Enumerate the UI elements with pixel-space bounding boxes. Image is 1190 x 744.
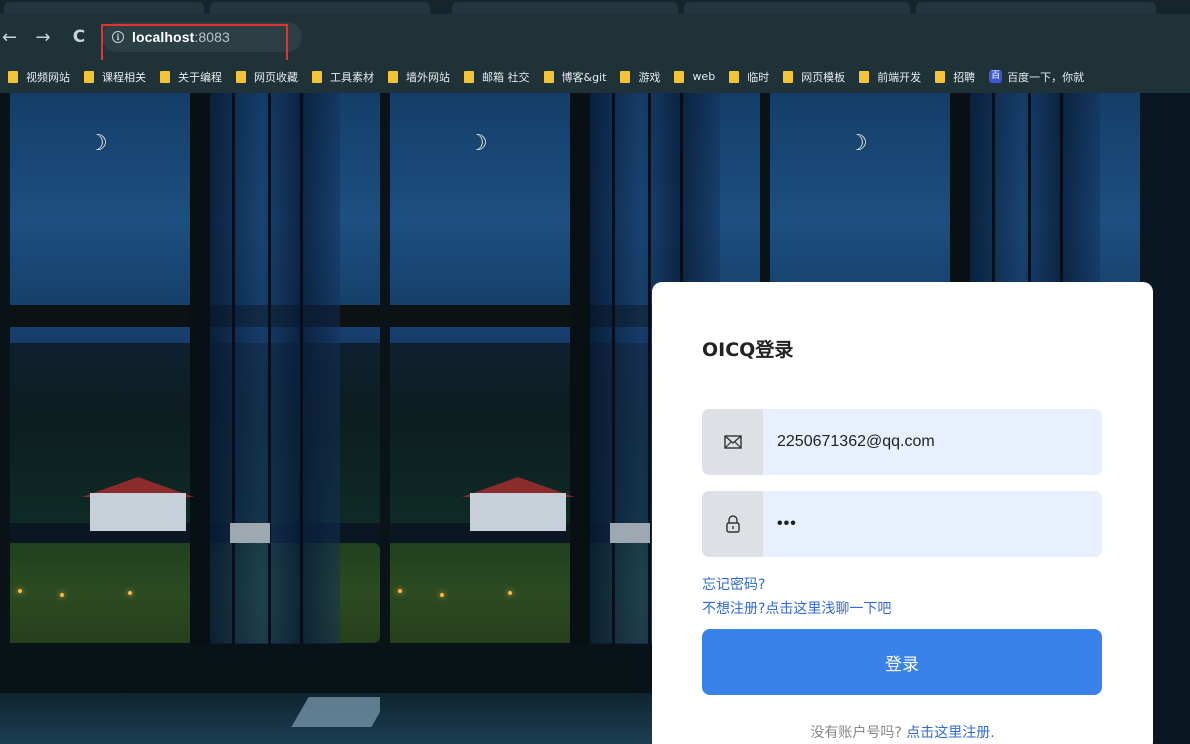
folder-icon bbox=[729, 70, 740, 83]
bookmark-item[interactable]: web bbox=[674, 60, 729, 93]
folder-icon bbox=[8, 70, 18, 83]
lock-icon bbox=[702, 491, 763, 557]
moon-icon: ☽ bbox=[848, 131, 868, 156]
bookmark-item[interactable]: 视频网站 bbox=[0, 60, 84, 93]
bookmark-label: 工具素材 bbox=[330, 70, 374, 84]
background-tile: ☽ bbox=[0, 93, 380, 744]
folder-icon bbox=[935, 70, 946, 83]
moon-icon: ☽ bbox=[88, 131, 108, 156]
browser-tab[interactable] bbox=[452, 2, 678, 14]
folder-icon bbox=[84, 70, 94, 83]
bookmark-label: web bbox=[692, 70, 716, 83]
bookmark-label: 邮箱 社交 bbox=[482, 70, 530, 84]
bookmark-item[interactable]: 前端开发 bbox=[859, 60, 935, 93]
register-line: 没有账户号吗? 点击这里注册. bbox=[652, 722, 1153, 742]
folder-icon bbox=[464, 70, 474, 83]
password-input[interactable] bbox=[763, 491, 1102, 557]
register-prompt: 没有账户号吗? bbox=[810, 725, 907, 741]
chat-link[interactable]: 不想注册?点击这里浅聊一下吧 bbox=[702, 598, 891, 618]
browser-tab[interactable] bbox=[684, 2, 910, 14]
browser-window: ← → C i localhost:8083 视频网站 课程相关 关于编程 网页收藏工… bbox=[0, 0, 1190, 744]
folder-icon bbox=[674, 70, 685, 83]
bookmark-item[interactable]: 百百度一下，你就 bbox=[989, 60, 1098, 93]
email-input[interactable] bbox=[763, 409, 1102, 475]
bookmark-label: 网页收藏 bbox=[254, 70, 298, 84]
bookmark-item[interactable]: 邮箱 社交 bbox=[464, 60, 544, 93]
folder-icon bbox=[388, 70, 398, 83]
login-title: OICQ登录 bbox=[702, 339, 794, 361]
bookmark-label: 课程相关 bbox=[102, 70, 146, 84]
bookmark-label: 博客&git bbox=[561, 70, 607, 84]
moon-icon: ☽ bbox=[468, 131, 488, 156]
folder-icon bbox=[312, 70, 322, 83]
forgot-password-link[interactable]: 忘记密码? bbox=[702, 574, 765, 594]
email-field bbox=[702, 409, 1102, 475]
folder-icon bbox=[543, 70, 554, 83]
bookmark-item[interactable]: 工具素材 bbox=[312, 60, 388, 93]
bookmark-label: 关于编程 bbox=[178, 70, 222, 84]
bookmark-label: 墙外网站 bbox=[406, 70, 450, 84]
browser-tab[interactable] bbox=[916, 2, 1156, 14]
back-icon[interactable]: ← bbox=[2, 27, 17, 48]
bookmark-label: 百度一下，你就 bbox=[1007, 70, 1085, 84]
bookmark-item[interactable]: 网页模板 bbox=[783, 60, 859, 93]
browser-tab[interactable] bbox=[4, 2, 204, 14]
folder-icon bbox=[236, 70, 246, 83]
login-button[interactable]: 登录 bbox=[702, 629, 1102, 695]
bookmark-item[interactable]: 墙外网站 bbox=[388, 60, 464, 93]
bookmark-label: 游戏 bbox=[638, 70, 661, 84]
folder-icon bbox=[783, 70, 794, 83]
login-card: OICQ登录 忘记密码? 不 bbox=[652, 282, 1153, 744]
forward-icon[interactable]: → bbox=[30, 27, 56, 48]
bookmark-item[interactable]: 网页收藏 bbox=[236, 60, 312, 93]
baidu-icon: 百 bbox=[989, 70, 1003, 83]
register-link[interactable]: 点击这里注册. bbox=[906, 725, 994, 741]
folder-icon bbox=[160, 70, 170, 83]
bookmark-item[interactable]: 博客&git bbox=[543, 60, 621, 93]
bookmark-label: 招聘 bbox=[953, 70, 976, 84]
bookmark-label: 前端开发 bbox=[877, 70, 922, 84]
bookmark-label: 网页模板 bbox=[801, 70, 846, 84]
password-field bbox=[702, 491, 1102, 557]
bookmark-item[interactable]: 课程相关 bbox=[84, 60, 160, 93]
bookmark-item[interactable]: 游戏 bbox=[620, 60, 674, 93]
bookmark-item[interactable]: 招聘 bbox=[935, 60, 989, 93]
reload-icon[interactable]: C bbox=[66, 27, 92, 47]
bookmarks-bar: 视频网站 课程相关 关于编程 网页收藏 工具素材 墙外网站 邮箱 社交 博客&git 游戏 web… bbox=[0, 60, 1190, 93]
tab-strip bbox=[0, 0, 1190, 14]
bookmark-item[interactable]: 关于编程 bbox=[160, 60, 236, 93]
bookmark-item[interactable]: 临时 bbox=[729, 60, 783, 93]
bookmark-label: 视频网站 bbox=[26, 70, 70, 84]
mail-icon bbox=[702, 409, 763, 475]
browser-tab[interactable] bbox=[210, 2, 430, 14]
folder-icon bbox=[620, 70, 631, 83]
bookmark-label: 临时 bbox=[747, 70, 770, 84]
folder-icon bbox=[859, 70, 870, 83]
